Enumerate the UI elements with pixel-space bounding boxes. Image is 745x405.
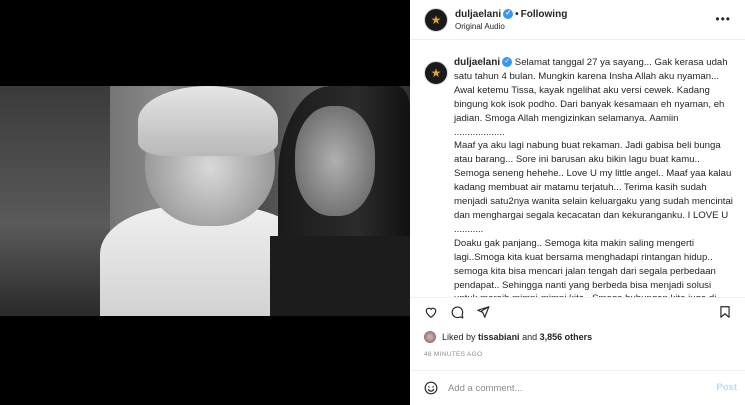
comment-input[interactable] xyxy=(448,381,698,396)
caption-area: ★ duljaelani ✓ Selamat tanggal 27 ya saya… xyxy=(410,51,745,297)
caption-paragraph-2: Maaf ya aku lagi nabung buat rekaman. Ja… xyxy=(454,140,733,235)
liker-username[interactable]: tissabiani xyxy=(478,332,520,342)
header-username-row: duljaelani ✓ • Following xyxy=(455,9,567,20)
following-button[interactable]: Following xyxy=(521,9,568,20)
post-details-panel: ★ duljaelani ✓ • Following Original Audio •… xyxy=(410,0,745,405)
likes-middle: and xyxy=(522,332,538,342)
caption-username[interactable]: duljaelani xyxy=(454,57,500,68)
video-person-right-body xyxy=(270,236,410,316)
post-media: 🔊︎ xyxy=(0,0,410,405)
comment-icon[interactable] xyxy=(450,305,464,319)
likes-prefix: Liked by xyxy=(442,332,476,342)
separator-dot: • xyxy=(515,9,519,20)
verified-badge-icon: ✓ xyxy=(503,9,514,20)
likes-count[interactable]: 3,856 others xyxy=(540,332,593,342)
post-header: ★ duljaelani ✓ • Following Original Audio •… xyxy=(410,0,745,40)
caption-paragraph-3: Doaku gak panjang.. Semoga kita makin sa… xyxy=(454,237,716,297)
video-background xyxy=(0,86,110,316)
video-person-left-hair xyxy=(138,86,278,156)
share-icon[interactable] xyxy=(476,305,490,319)
liker-avatar[interactable] xyxy=(424,331,436,343)
header-username[interactable]: duljaelani xyxy=(455,9,501,20)
caption-avatar[interactable]: ★ xyxy=(424,61,448,85)
video-person-right-face xyxy=(295,106,375,216)
audio-label[interactable]: Original Audio xyxy=(455,22,505,31)
bookmark-icon[interactable] xyxy=(718,305,732,319)
emoji-icon[interactable] xyxy=(424,381,438,395)
action-bar xyxy=(410,297,745,323)
star-logo-icon: ★ xyxy=(430,66,442,80)
verified-badge-icon: ✓ xyxy=(502,57,513,68)
more-options-icon[interactable]: ••• xyxy=(715,12,731,26)
avatar[interactable]: ★ xyxy=(424,8,448,32)
comment-bar: Post xyxy=(410,370,745,405)
caption-text: duljaelani ✓ Selamat tanggal 27 ya sayang… xyxy=(454,56,736,297)
caption-paragraph-1: duljaelani ✓ Selamat tanggal 27 ya sayang… xyxy=(454,57,728,138)
video-player[interactable]: 🔊︎ xyxy=(0,86,410,316)
heart-icon[interactable] xyxy=(424,305,438,319)
star-logo-icon: ★ xyxy=(430,13,442,27)
likes-summary: Liked by tissabiani and 3,856 others xyxy=(424,331,592,343)
post-timestamp[interactable]: 48 MINUTES AGO xyxy=(424,351,482,358)
post-comment-button[interactable]: Post xyxy=(716,382,737,393)
